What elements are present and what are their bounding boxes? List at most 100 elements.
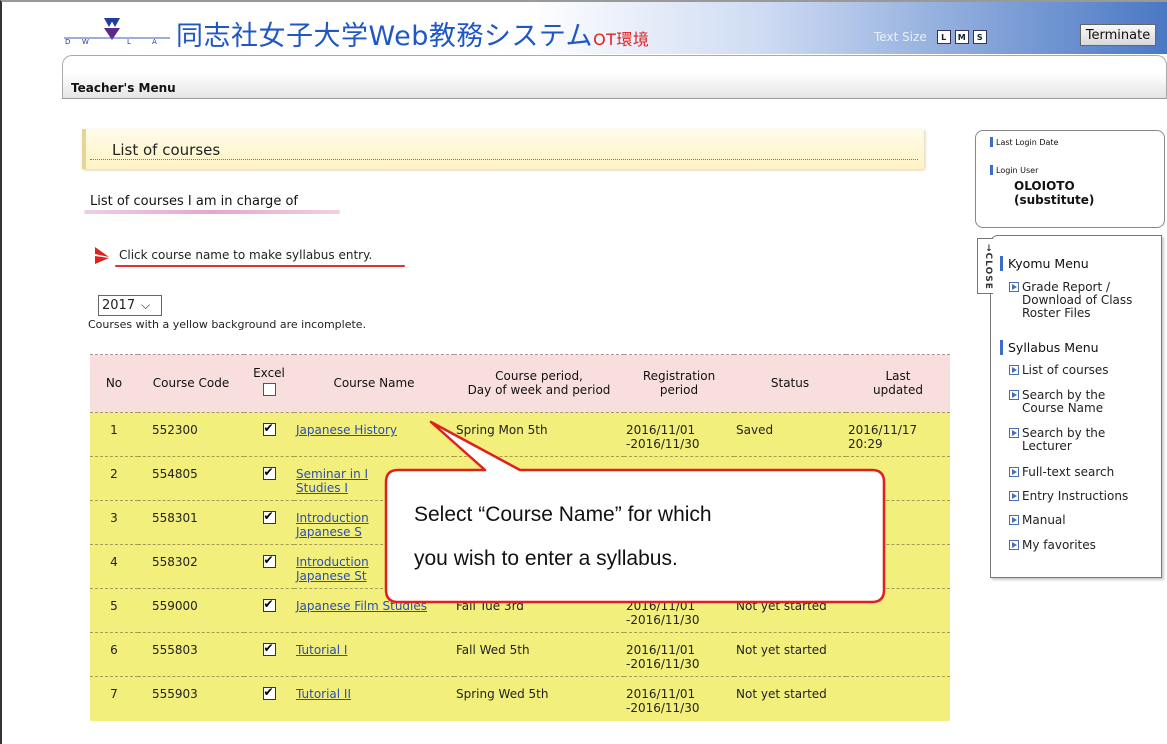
row-course-code: 555803 [138,632,244,677]
grade-report-line2: Download of Class [1022,293,1133,308]
col-excel-label: Excel [253,366,285,381]
course-name-line1: Seminar in I [296,467,369,481]
teacher-menu-bar: Teacher's Menu [62,55,1167,99]
col-last-updated-line1: Last [885,368,911,383]
course-name-line2: Japanese St [296,569,367,584]
row-no: 5 [90,588,138,633]
kyomu-menu-heading: Kyomu Menu [1000,256,1089,271]
play-icon [1009,428,1019,438]
row-updated-date: 2016/11/17 [848,423,918,437]
chevron-down-icon: ⌵ [141,298,151,312]
section-bar [990,137,993,147]
login-user-name-line2: (substitute) [1014,192,1095,207]
course-name-line1: Introduction [296,555,369,569]
click-note-underline [115,265,405,267]
col-last-updated-line2: updated [873,382,923,397]
row-reg-start: 2016/11/01 [626,643,696,657]
col-last-updated: Last updated [846,354,950,413]
arrow-right-icon: → [983,244,993,253]
menu-item-full-text-search[interactable]: Full-text search [1009,465,1154,479]
menu-item-search-lecturer[interactable]: Search by the Lecturer [1009,426,1154,453]
search-course-line2: Course Name [1022,401,1104,416]
login-info-panel: Last Login Date Login User OLOIOTO (subs… [975,130,1165,228]
course-name-link[interactable]: Tutorial II [296,687,351,701]
terminate-button[interactable]: Terminate [1080,24,1156,46]
course-name-link[interactable]: Japanese Film Studies [296,599,427,613]
col-status: Status [734,354,846,413]
row-course-code: 558302 [138,544,244,589]
page-title-box: List of courses [82,129,924,169]
text-size-label: Text Size [874,30,927,44]
menu-item-label: Entry Instructions [1022,489,1129,503]
login-user-text: Login User [996,165,1039,175]
menubar-divider [62,98,1167,99]
excel-select-all-checkbox[interactable] [262,383,276,396]
row-course-code: 555903 [138,676,244,721]
row-reg-end: -2016/11/30 [626,657,700,672]
row-course-period: Fall Wed 5th [454,632,624,677]
subheading-underline [84,210,340,214]
system-title-sub: OT環境 [593,30,650,49]
row-no: 3 [90,500,138,545]
course-name-link[interactable]: Introduction Japanese S [296,511,369,539]
search-lecturer-line1: Search by the [1022,426,1106,440]
svg-text:L: L [127,38,131,46]
table-row: 7 555903 Tutorial II Spring Wed 5th 2016… [90,676,950,721]
row-reg-end: -2016/11/30 [626,701,700,716]
last-login-date-label: Last Login Date [990,137,1058,147]
play-icon [1009,515,1019,525]
row-course-code: 558301 [138,500,244,545]
row-no: 1 [90,412,138,457]
row-status: Not yet started [734,632,846,677]
grade-report-line3: Roster Files [1022,306,1091,321]
text-size-small-button[interactable]: S [972,30,987,44]
app-header: D W L A 同志社女子大学Web教務システムOT環境 Text Size L… [2,2,1167,54]
menu-item-my-favorites[interactable]: My favorites [1009,538,1154,552]
svg-text:W: W [82,38,89,46]
course-name-link[interactable]: Introduction Japanese St [296,555,369,583]
row-course-code: 559000 [138,588,244,633]
row-reg-start: 2016/11/01 [626,687,696,701]
row-course-period: Spring Mon 5th [454,412,624,457]
excel-checkbox[interactable] [262,685,276,700]
row-no: 7 [90,676,138,721]
year-select[interactable]: 2017 ⌵ [98,295,162,316]
table-header-row: No Course Code Excel Course Name Course … [90,354,950,413]
excel-checkbox[interactable] [262,465,276,480]
syllabus-menu-heading: Syllabus Menu [1000,340,1099,355]
course-name-link[interactable]: Japanese History [296,423,397,437]
close-menu-label: CLOSE [983,252,993,290]
excel-checkbox[interactable] [262,597,276,612]
menu-item-label: Manual [1022,513,1066,527]
course-name-link[interactable]: Seminar in I Studies I [296,467,368,495]
menu-item-list-of-courses[interactable]: List of courses [1009,363,1154,377]
system-title-main: 同志社女子大学Web教務システム [176,21,594,52]
excel-checkbox[interactable] [262,421,276,436]
course-name-line2: Japanese S [296,525,362,540]
menu-item-entry-instructions[interactable]: Entry Instructions [1009,489,1154,503]
text-size-medium-button[interactable]: M [954,30,969,44]
row-course-period: Spring Wed 5th [454,676,624,721]
menu-item-search-course-name[interactable]: Search by the Course Name [1009,388,1154,416]
excel-checkbox[interactable] [262,641,276,656]
table-row: 5 559000 Japanese Film Studies Fall Tue … [90,588,950,633]
text-size-large-button[interactable]: L [936,30,951,44]
close-menu-tab[interactable]: →CLOSE [977,238,993,294]
svg-text:D: D [65,38,70,46]
play-icon [1009,365,1019,375]
row-status: Saved [734,412,846,457]
row-no: 6 [90,632,138,677]
excel-checkbox[interactable] [262,553,276,568]
row-reg-end: -2016/11/30 [626,613,700,628]
menu-item-manual[interactable]: Manual [1009,513,1154,527]
click-note-text: Click course name to make syllabus entry… [119,248,373,262]
svg-text:A: A [152,38,157,46]
play-icon [1009,491,1019,501]
play-icon [1009,390,1019,400]
dwcla-logo-icon: D W L A [64,18,170,46]
course-name-link[interactable]: Tutorial I [296,643,347,657]
text-size-control: Text Size L M S [874,30,987,44]
menu-item-grade-report[interactable]: Grade Report / Download of Class Roster Fi… [1009,280,1154,321]
menu-item-grade-report-label: Grade Report / Download of Class Roster Fi… [1022,280,1133,321]
excel-checkbox[interactable] [262,509,276,524]
